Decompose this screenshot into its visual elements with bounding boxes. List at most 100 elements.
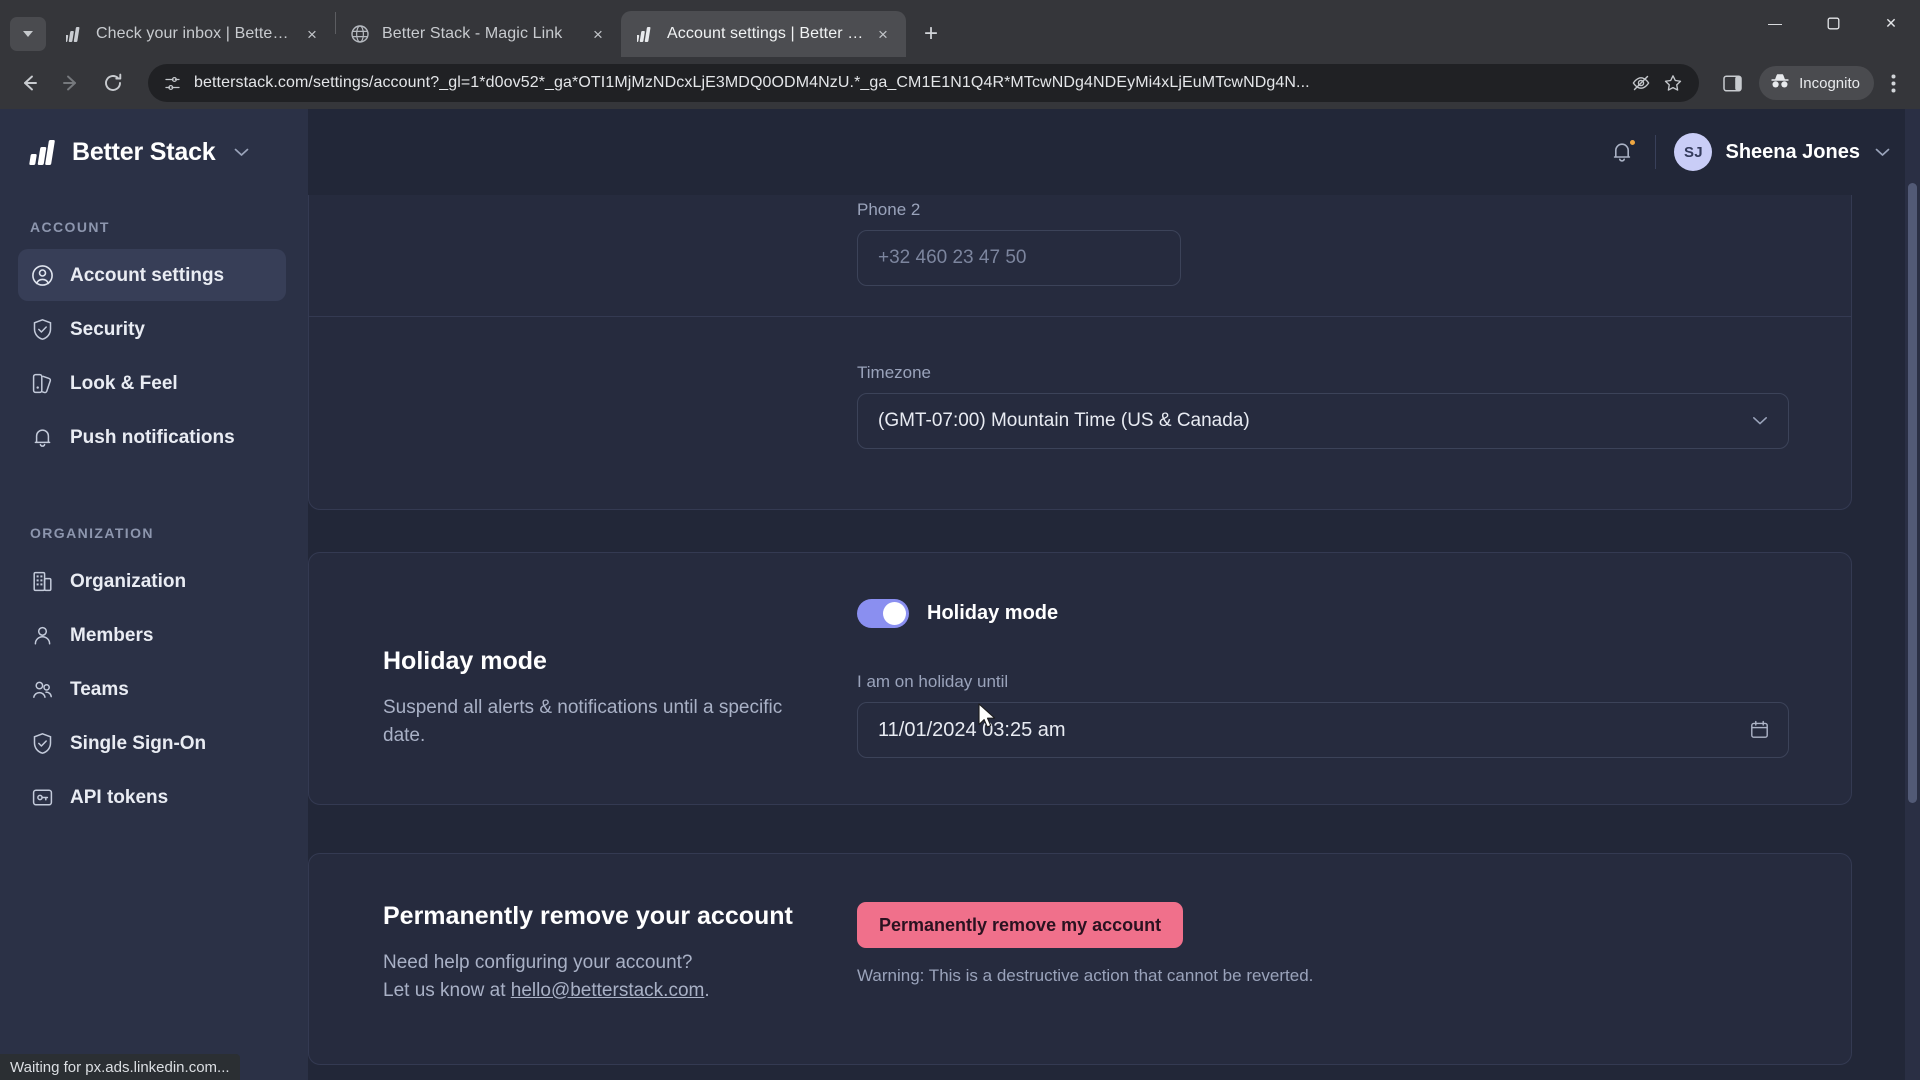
tab-title: Account settings | Better Stack: [667, 25, 864, 42]
star-icon[interactable]: [1659, 69, 1687, 97]
phone2-row-left: [309, 200, 857, 286]
calendar-icon[interactable]: [1750, 720, 1770, 740]
bell-icon: [30, 425, 54, 449]
browser-tab-1[interactable]: Check your inbox | Better Stack ×: [50, 11, 335, 57]
remove-account-help-1: Need help configuring your account?: [383, 952, 693, 973]
remove-account-row: Permanently remove your account Need hel…: [309, 854, 1851, 1064]
toggle-knob: [883, 602, 906, 625]
remove-account-warning: Warning: This is a destructive action th…: [857, 966, 1314, 985]
status-bar: Waiting for px.ads.linkedin.com...: [0, 1054, 240, 1080]
sidebar-item-label: Members: [70, 624, 154, 646]
sidebar-item-members[interactable]: Members: [18, 609, 286, 661]
chevron-down-icon: [1875, 145, 1890, 160]
brand-switcher[interactable]: Better Stack: [0, 109, 308, 195]
help-suffix: .: [704, 979, 710, 1001]
betterstack-logo-icon: [29, 139, 60, 165]
support-email-link[interactable]: hello@betterstack.com: [511, 980, 705, 1001]
users-icon: [30, 677, 54, 701]
browser-window: Check your inbox | Better Stack × Better…: [0, 0, 1920, 1080]
topbar-divider: [1655, 135, 1657, 169]
brand-name: Better Stack: [72, 137, 216, 166]
browser-tab-3[interactable]: Account settings | Better Stack ×: [621, 11, 906, 57]
side-panel-icon[interactable]: [1715, 66, 1749, 100]
incognito-label: Incognito: [1799, 74, 1860, 92]
phone2-input[interactable]: +32 460 23 47 50: [857, 230, 1181, 286]
eye-off-icon[interactable]: [1627, 69, 1655, 97]
holiday-mode-desc: Suspend all alerts & notifications until…: [383, 697, 783, 746]
scrollbar-thumb[interactable]: [1908, 183, 1917, 803]
sidebar-item-label: Single Sign-On: [70, 732, 207, 754]
maximize-button[interactable]: [1804, 0, 1862, 46]
holiday-mode-toggle-row[interactable]: Holiday mode: [857, 599, 1789, 628]
timezone-select[interactable]: (GMT-07:00) Mountain Time (US & Canada): [857, 393, 1789, 449]
sidebar-item-organization[interactable]: Organization: [18, 555, 286, 607]
page-viewport: Better Stack ACCOUNT Account settings Se…: [0, 109, 1920, 1080]
permanently-remove-account-button[interactable]: Permanently remove my account: [857, 902, 1184, 948]
help-prefix: Let us know at: [383, 979, 511, 1001]
close-icon[interactable]: ×: [870, 21, 896, 47]
remove-account-description: Permanently remove your account Need hel…: [309, 902, 857, 1004]
notifications-button[interactable]: [1607, 137, 1638, 167]
browser-toolbar: betterstack.com/settings/account?_gl=1*d…: [0, 57, 1920, 109]
forward-button[interactable]: [54, 66, 88, 100]
holiday-mode-description: Holiday mode Suspend all alerts & notifi…: [309, 599, 857, 758]
timezone-row-left: [309, 363, 857, 449]
sidebar-item-label: Look & Feel: [70, 372, 178, 394]
sidebar-item-api-tokens[interactable]: API tokens: [18, 771, 286, 823]
tab-search-button[interactable]: [10, 17, 46, 51]
address-bar[interactable]: betterstack.com/settings/account?_gl=1*d…: [148, 64, 1700, 102]
sidebar-item-label: API tokens: [70, 786, 169, 808]
back-button[interactable]: [12, 66, 46, 100]
holiday-until-label: I am on holiday until: [857, 672, 1009, 691]
chevron-down-icon: [1752, 413, 1768, 429]
sidebar-item-label: Organization: [70, 570, 187, 592]
site-settings-icon[interactable]: [162, 73, 182, 93]
kebab-menu-icon[interactable]: [1878, 66, 1908, 100]
sidebar-item-single-sign-on[interactable]: Single Sign-On: [18, 717, 286, 769]
close-icon[interactable]: ×: [299, 21, 325, 47]
remove-account-title: Permanently remove your account: [383, 902, 793, 930]
sidebar-item-label: Push notifications: [70, 426, 235, 448]
reload-button[interactable]: [96, 66, 130, 100]
betterstack-logo-icon: [64, 24, 84, 44]
app-sidebar: Better Stack ACCOUNT Account settings Se…: [0, 109, 308, 1080]
phone2-row: Phone 2 +32 460 23 47 50: [309, 195, 1851, 316]
incognito-indicator[interactable]: Incognito: [1759, 66, 1874, 100]
sidebar-item-push-notifications[interactable]: Push notifications: [18, 411, 286, 463]
close-window-button[interactable]: ✕: [1862, 0, 1920, 46]
user-circle-icon: [30, 263, 54, 287]
user-icon: [30, 623, 54, 647]
holiday-until-value: 11/01/2024 03:25 am: [878, 718, 1066, 741]
page-scrollbar[interactable]: [1905, 109, 1920, 1080]
sidebar-item-label: Account settings: [70, 264, 225, 286]
tab-title: Check your inbox | Better Stack: [96, 25, 293, 42]
remove-account-help-2: Let us know at hello@betterstack.com.: [383, 977, 817, 1005]
user-name: Sheena Jones: [1725, 140, 1860, 163]
timezone-label: Timezone: [857, 363, 932, 382]
tab-title: Better Stack - Magic Link: [382, 25, 563, 42]
holiday-mode-toggle[interactable]: [857, 599, 909, 628]
betterstack-logo-icon: [635, 24, 655, 44]
main-content: SJ Sheena Jones Phone 2 +32 460 23 47 50…: [308, 109, 1920, 1080]
sidebar-item-look-and-feel[interactable]: Look & Feel: [18, 357, 286, 409]
contact-details-panel: Phone 2 +32 460 23 47 50 Timezone (GMT-0…: [308, 195, 1852, 510]
close-icon[interactable]: ×: [585, 21, 611, 47]
sidebar-item-security[interactable]: Security: [18, 303, 286, 355]
notification-dot: [1628, 138, 1638, 147]
chevron-down-icon: [234, 145, 249, 160]
browser-tab-2[interactable]: Better Stack - Magic Link ×: [336, 11, 621, 57]
minimize-button[interactable]: —: [1746, 0, 1804, 46]
avatar: SJ: [1674, 133, 1713, 171]
window-controls: — ✕: [1746, 0, 1920, 46]
sidebar-item-account-settings[interactable]: Account settings: [18, 249, 286, 301]
user-menu[interactable]: SJ Sheena Jones: [1674, 133, 1890, 171]
sidebar-item-teams[interactable]: Teams: [18, 663, 286, 715]
sidebar-item-label: Security: [70, 318, 145, 340]
shield-check-icon: [30, 731, 54, 755]
app-topbar: SJ Sheena Jones: [308, 109, 1920, 195]
settings-scroll-area[interactable]: Phone 2 +32 460 23 47 50 Timezone (GMT-0…: [308, 195, 1920, 1080]
phone2-label: Phone 2: [857, 200, 921, 219]
tab-strip: Check your inbox | Better Stack × Better…: [0, 0, 1920, 57]
sidebar-section-organization-label: ORGANIZATION: [30, 525, 154, 541]
new-tab-button[interactable]: +: [914, 17, 948, 51]
